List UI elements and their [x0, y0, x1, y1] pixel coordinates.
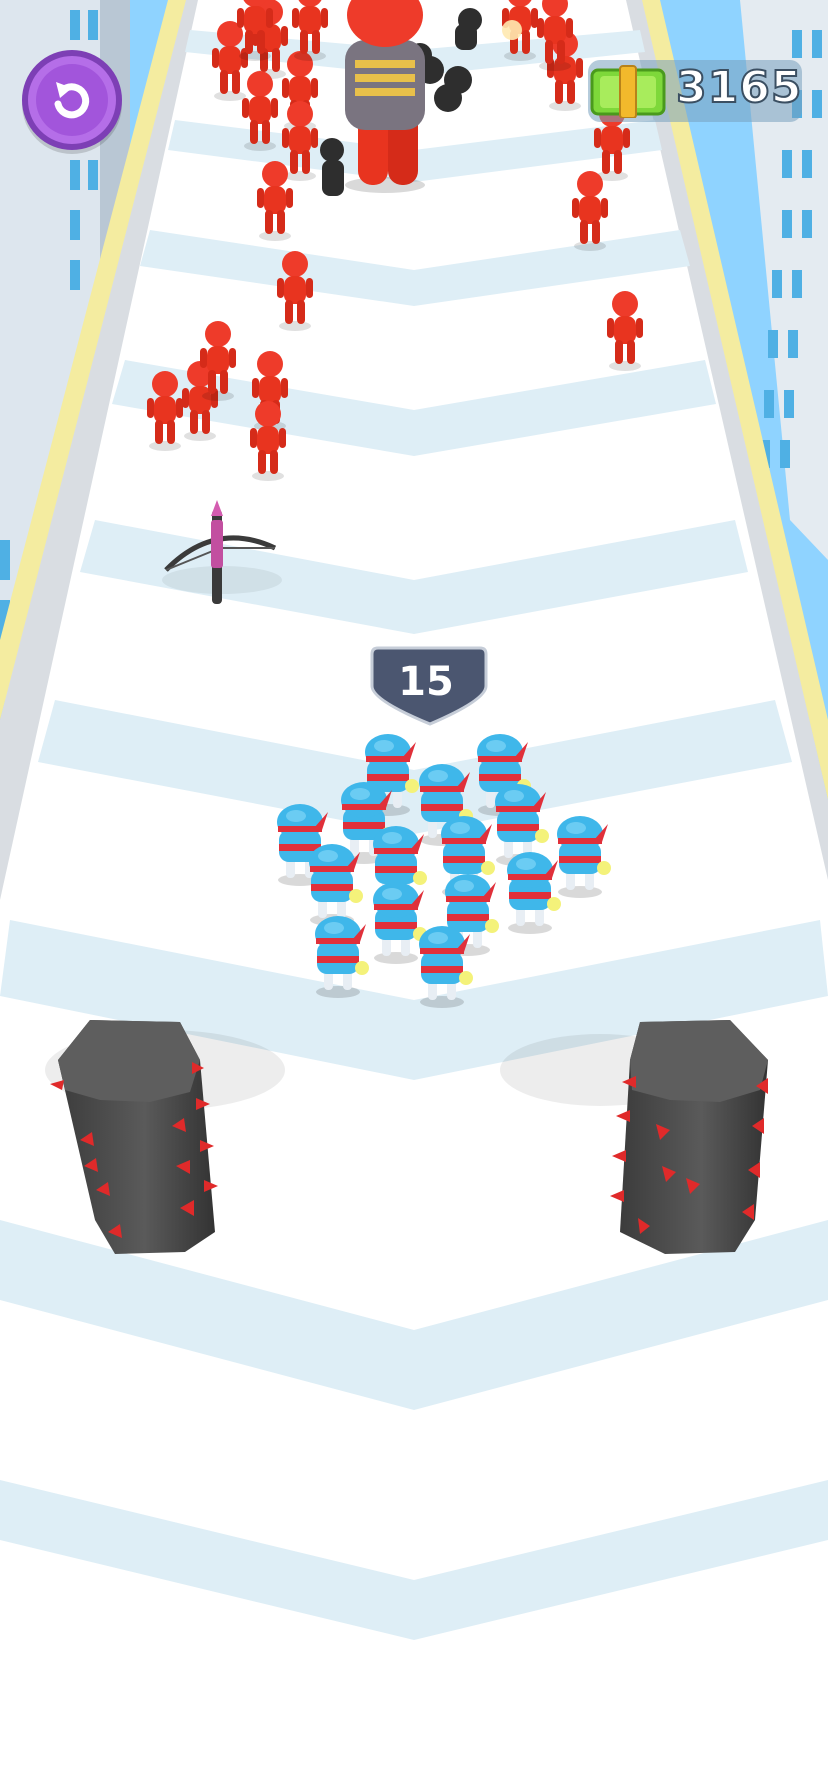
squad-count: 15 [398, 659, 454, 705]
restart-button[interactable] [22, 50, 122, 150]
cash-icon [590, 65, 666, 118]
money-counter: 3165 [588, 60, 802, 122]
restart-icon [54, 82, 90, 119]
game-scene [0, 0, 828, 1792]
money-amount: 3165 [675, 61, 803, 114]
